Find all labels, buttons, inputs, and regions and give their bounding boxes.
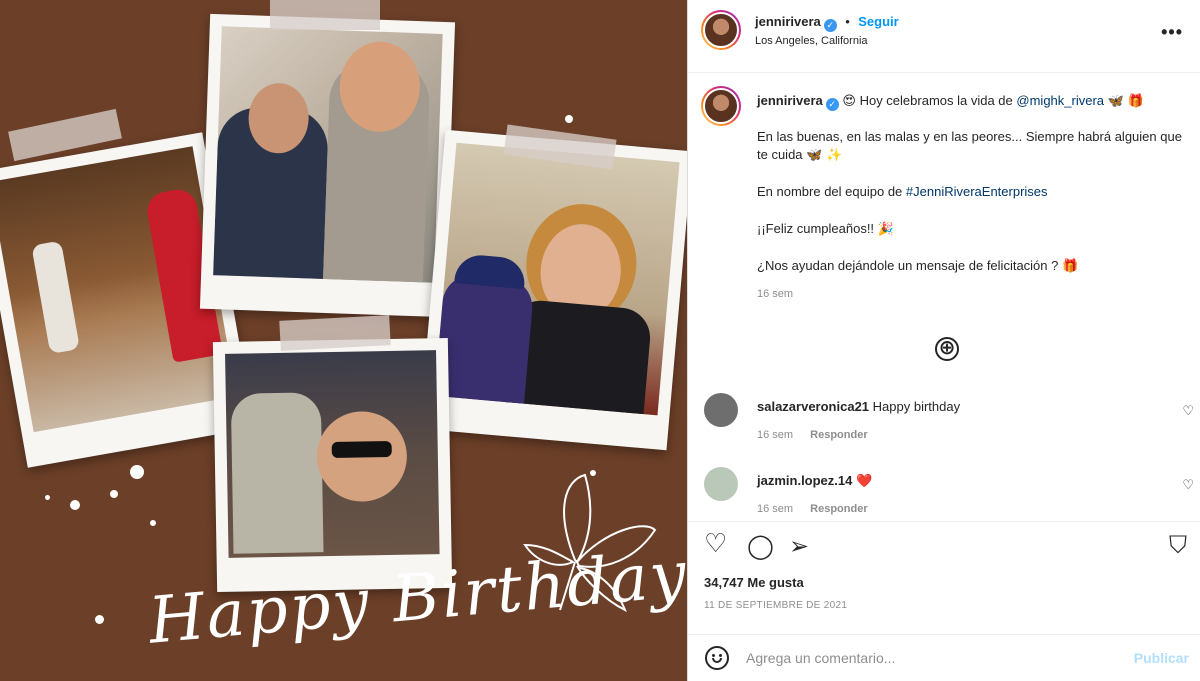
tape [279,315,391,351]
comment-item: salazarveronica21 Happy birthday 16 sem … [704,393,1194,453]
caption-para-5: ¿Nos ayudan dejándole un mensaje de feli… [757,258,1079,273]
caption-line1-tail: 🦋 🎁 [1107,93,1144,108]
avatar[interactable] [701,10,741,50]
comment-text: ❤️ [856,473,873,488]
paint-splatter [110,490,118,498]
post-image[interactable]: Happy Birthday! [0,0,687,681]
comment-icon[interactable]: ◯ [747,532,774,561]
comment-time[interactable]: 16 sem [757,429,793,441]
paint-splatter [70,500,80,510]
likes-count[interactable]: 34,747 Me gusta [704,575,804,590]
verified-icon: ✓ [823,19,837,32]
caption-line1: Hoy celebramos la vida de [859,93,1013,108]
post-date: 11 DE SEPTIEMBRE DE 2021 [704,600,848,611]
emoji-icon[interactable] [705,646,729,670]
caption-para-3: En nombre del equipo de [757,184,903,199]
polaroid-photo-hug [199,13,456,318]
add-comment-bar: Agrega un comentario... Publicar [688,634,1200,681]
comment-avatar[interactable] [704,467,738,501]
comment-username[interactable]: jazmin.lopez.14 [757,473,852,488]
paint-splatter [45,495,50,500]
paint-splatter [130,465,144,479]
paint-splatter [565,115,573,123]
reply-button[interactable]: Responder [810,429,867,441]
caption-emoji: 😍 [842,93,856,108]
polaroid-photo-mother-son [419,129,687,451]
more-dots-icon[interactable]: ••• [1161,22,1183,43]
tape [270,0,380,30]
location-link[interactable]: Los Angeles, California [755,35,868,47]
load-more-comments-button[interactable]: ⊕ [935,337,959,361]
paint-splatter [95,615,104,624]
comment-item: jazmin.lopez.14 ❤️ 16 sem Responder ♡ [704,467,1194,521]
share-icon[interactable]: ➢ [789,532,809,561]
follow-button[interactable]: Seguir [858,14,898,29]
verified-icon: ✓ [825,98,839,111]
mention-link[interactable]: @mighk_rivera [1016,93,1104,108]
save-bookmark-icon[interactable]: ⛉ [1169,532,1187,560]
reply-button[interactable]: Responder [810,503,867,515]
post-header: jennirivera ✓ • Seguir Los Angeles, Calif… [688,0,1200,73]
caption-para-2: En las buenas, en las malas y en las peo… [757,129,1182,162]
hashtag-link[interactable]: #JenniRiveraEnterprises [906,184,1048,199]
separator: • [845,14,850,29]
comment-avatar[interactable] [704,393,738,427]
comment-input[interactable]: Agrega un comentario... [746,650,895,666]
comment-time[interactable]: 16 sem [757,503,793,515]
comment-like-heart-icon[interactable]: ♡ [1182,403,1194,419]
publish-button[interactable]: Publicar [1134,650,1189,666]
caption-time[interactable]: 16 sem [757,285,1187,303]
polaroid-photo-sunglasses [212,337,453,593]
caption-avatar[interactable] [701,86,741,126]
caption-username[interactable]: jennirivera [757,93,823,108]
post-sidebar: jennirivera ✓ • Seguir Los Angeles, Calif… [687,0,1200,681]
comment-like-heart-icon[interactable]: ♡ [1182,477,1194,493]
like-heart-icon[interactable]: ♡ [704,528,727,559]
comment-text: Happy birthday [872,399,961,414]
username[interactable]: jennirivera [755,14,821,29]
caption-para-4: ¡¡Feliz cumpleaños!! 🎉 [757,221,894,236]
post-caption: jennirivera ✓ 😍 Hoy celebramos la vida de… [757,92,1187,303]
comment-username[interactable]: salazarveronica21 [757,399,869,414]
paint-splatter [150,520,156,526]
